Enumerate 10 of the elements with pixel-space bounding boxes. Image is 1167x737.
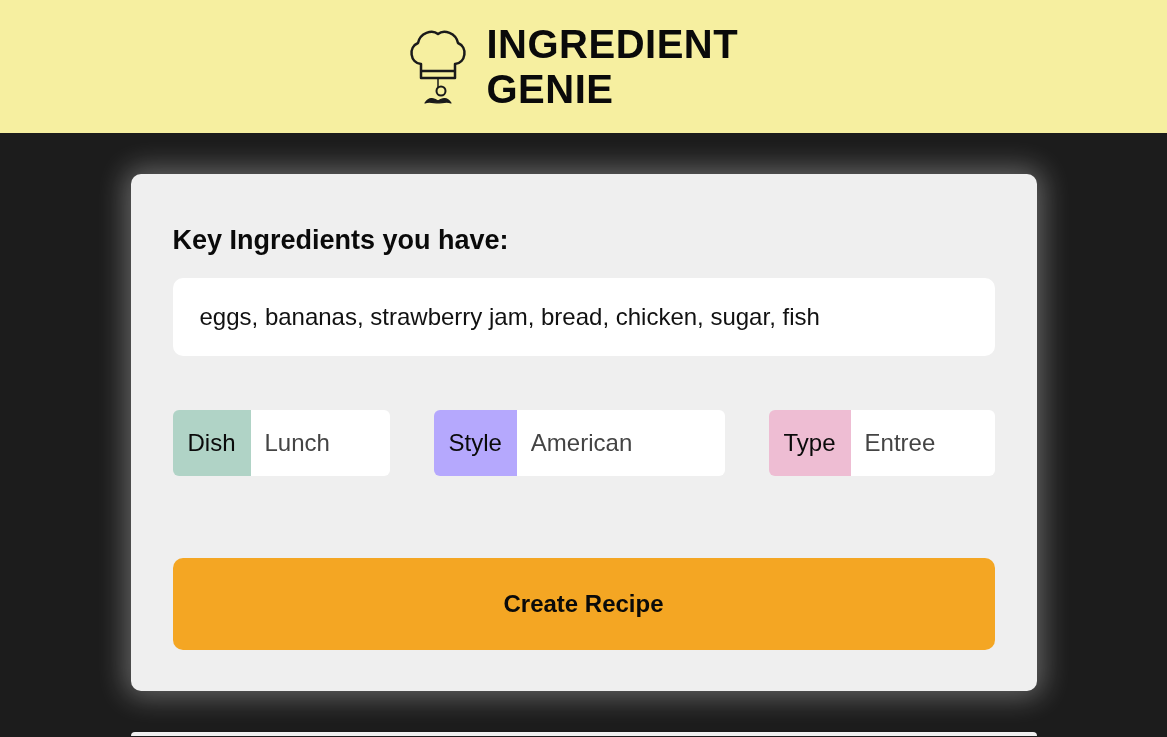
app-title: INGREDIENT GENIE <box>486 21 740 112</box>
option-label: Type <box>768 410 851 476</box>
option-input[interactable]: American <box>516 410 725 476</box>
create-recipe-button[interactable]: Create Recipe <box>172 558 995 650</box>
option-label: Dish <box>172 410 251 476</box>
option-input[interactable]: Entree <box>850 410 995 476</box>
option-input[interactable]: Lunch <box>250 410 390 476</box>
option-label: Style <box>433 410 517 476</box>
ingredients-input[interactable]: eggs, bananas, strawberry jam, bread, chicken, sugar, fish <box>172 278 995 356</box>
ingredients-heading: Key Ingredients you have: <box>172 224 510 256</box>
